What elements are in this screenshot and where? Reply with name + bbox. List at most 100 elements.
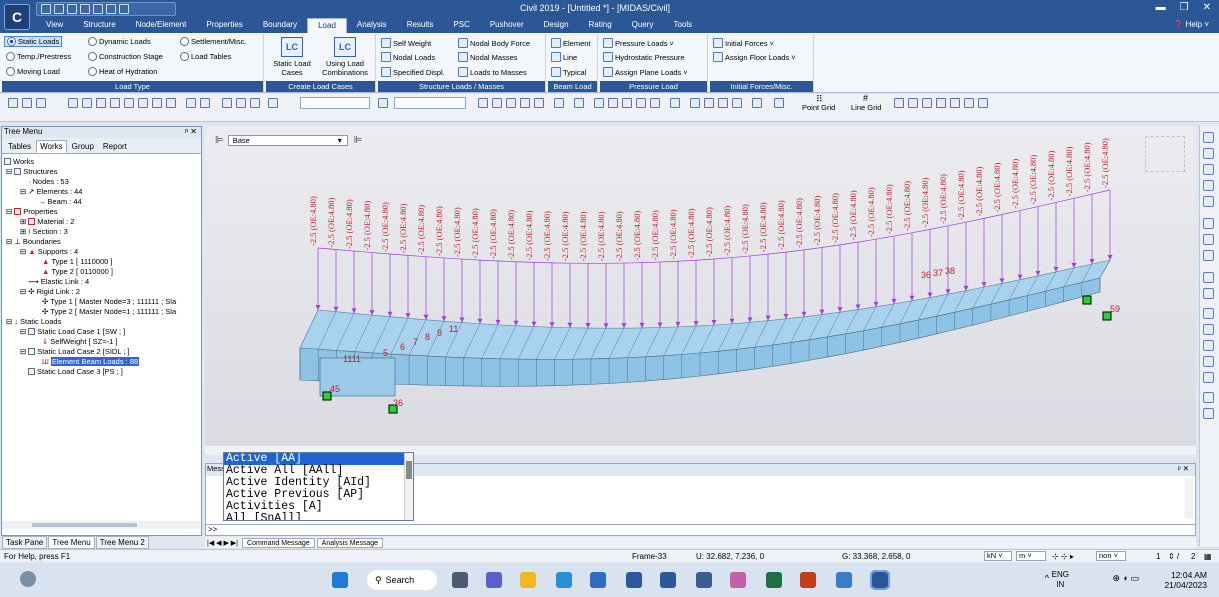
- network-volume-battery-icons[interactable]: ⊕ ◖ ▭: [1113, 573, 1139, 584]
- tab-properties[interactable]: Properties: [196, 18, 252, 33]
- force-unit-select[interactable]: kN ˅: [984, 551, 1012, 561]
- copy-icon[interactable]: [492, 98, 502, 108]
- zoom-window-icon[interactable]: [1203, 148, 1214, 159]
- property-select-combo[interactable]: [394, 97, 466, 109]
- translate-icon[interactable]: [506, 98, 516, 108]
- lock-icon[interactable]: [752, 98, 762, 108]
- tree-node-load-case-3[interactable]: Static Load Case 3 [PS ; ]: [28, 367, 123, 376]
- snap-line-icon[interactable]: [936, 98, 946, 108]
- tree-node-support-type2[interactable]: ▲ Type 2 [ 0110000 ]: [42, 267, 113, 276]
- unit-system-icon[interactable]: [704, 98, 714, 108]
- minimize-icon[interactable]: ▬: [1156, 2, 1166, 13]
- move-icon[interactable]: [478, 98, 488, 108]
- pan-icon[interactable]: [1203, 218, 1214, 229]
- tree-node-rigid-link[interactable]: ⊟ ✣ Rigid Link : 2: [20, 287, 80, 296]
- pin-close-icons[interactable]: ᵖ ✕: [1178, 464, 1189, 476]
- volume-select-icon[interactable]: [138, 98, 148, 108]
- tree-node-boundaries[interactable]: ⊟ ⊥ Boundaries: [6, 237, 61, 246]
- assign-floor-loads-button[interactable]: Assign Floor Loads ˅: [713, 52, 796, 62]
- heat-of-hydration-radio[interactable]: Heat of Hydration: [88, 67, 157, 76]
- tree-node-rigid-type1[interactable]: ✣ Type 1 [ Master Node=3 ; 111111 ; Sla: [42, 297, 176, 306]
- window-layout-icon[interactable]: ▦: [1204, 552, 1212, 561]
- snap-element-icon[interactable]: [908, 98, 918, 108]
- tree-node-material[interactable]: ⊞ Material : 2: [20, 217, 74, 226]
- weather-icon[interactable]: [20, 571, 36, 587]
- tab-psc[interactable]: PSC: [443, 18, 479, 33]
- tree-node-selfweight[interactable]: ⇓ SelfWeight [ SZ=-1 ]: [42, 337, 117, 346]
- tab-results[interactable]: Results: [397, 18, 444, 33]
- temp-prestress-radio[interactable]: Temp./Prestress: [6, 52, 71, 61]
- redo-icon[interactable]: [22, 98, 32, 108]
- hydrostatic-pressure-button[interactable]: Hydrostatic Pressure: [603, 52, 685, 62]
- window-select-icon[interactable]: [82, 98, 92, 108]
- undo-icon[interactable]: [8, 98, 18, 108]
- snap-midpoint-icon[interactable]: [922, 98, 932, 108]
- loads-to-masses-button[interactable]: Loads to Masses: [458, 67, 527, 77]
- pointer-icon[interactable]: [378, 98, 388, 108]
- tree-node-elastic-link[interactable]: ⟿ Elastic Link : 4: [28, 277, 89, 286]
- bottom-view-icon[interactable]: [1203, 372, 1214, 383]
- plane-select-icon[interactable]: [124, 98, 134, 108]
- render-icon[interactable]: [622, 98, 632, 108]
- tab-query[interactable]: Query: [622, 18, 664, 33]
- tree-node-elements[interactable]: ⊟ ↗ Elements : 44: [20, 187, 82, 196]
- pan-icon[interactable]: [732, 98, 742, 108]
- point-grid-button[interactable]: ⠿ Point Grid: [802, 94, 835, 112]
- copy-icon[interactable]: [93, 4, 103, 14]
- display-icon[interactable]: [594, 98, 604, 108]
- tab-tree-menu-2[interactable]: Tree Menu 2: [95, 536, 149, 549]
- left-view-icon[interactable]: [1203, 340, 1214, 351]
- front-view-icon[interactable]: [1203, 308, 1214, 319]
- load-tables-radio[interactable]: Load Tables: [180, 52, 231, 61]
- command-autocomplete-list[interactable]: Active [AA] Active All [AAll] Active Ide…: [223, 452, 414, 521]
- tree-node-section[interactable]: ⊞ I Section : 3: [20, 227, 68, 236]
- page-stepper[interactable]: ⇕ /: [1168, 552, 1179, 561]
- tab-tree-menu[interactable]: Tree Menu: [48, 536, 95, 549]
- fit-icon[interactable]: [718, 98, 728, 108]
- taskbar-search[interactable]: ⚲ Search: [367, 570, 437, 590]
- store-icon[interactable]: [590, 572, 606, 588]
- snap-grid-icon[interactable]: [950, 98, 960, 108]
- move-view-icon[interactable]: [1203, 250, 1214, 261]
- right-view-icon[interactable]: [1203, 324, 1214, 335]
- word-icon[interactable]: [660, 572, 676, 588]
- rotate-icon[interactable]: [1203, 234, 1214, 245]
- tab-structure[interactable]: Structure: [73, 18, 125, 33]
- pressure-loads-button[interactable]: Pressure Loads ˅: [603, 38, 674, 48]
- line-grid-button[interactable]: # Line Grid: [851, 93, 881, 112]
- tab-report[interactable]: Report: [99, 140, 131, 153]
- tab-tools[interactable]: Tools: [663, 18, 702, 33]
- tab-pushover[interactable]: Pushover: [480, 18, 534, 33]
- dropdown-scrollbar[interactable]: [404, 453, 413, 520]
- arrow-icon[interactable]: [36, 98, 46, 108]
- tab-boundary[interactable]: Boundary: [253, 18, 307, 33]
- tree-node-properties[interactable]: ⊟ Properties: [6, 207, 57, 216]
- pin-close-icons[interactable]: ᵖ ✕: [185, 127, 197, 138]
- print-icon[interactable]: [80, 4, 90, 14]
- specified-displ-button[interactable]: Specified Displ.: [381, 67, 445, 77]
- display-option-icon[interactable]: [1203, 408, 1214, 419]
- filter-select[interactable]: non ˅: [1096, 551, 1126, 561]
- scroll-thumb[interactable]: [406, 461, 412, 479]
- moving-load-radio[interactable]: Moving Load: [6, 67, 60, 76]
- close-icon[interactable]: ✕: [1203, 2, 1211, 13]
- view-combo[interactable]: Base: [227, 135, 348, 146]
- view-settings-icon[interactable]: ⊫: [354, 135, 363, 146]
- tab-tables[interactable]: Tables: [4, 140, 35, 153]
- excel-icon[interactable]: [766, 572, 782, 588]
- static-loads-radio[interactable]: Static Loads: [4, 36, 63, 47]
- assign-plane-loads-button[interactable]: Assign Plane Loads ˅: [603, 67, 688, 77]
- save-icon[interactable]: [67, 4, 77, 14]
- snap-all-icon[interactable]: [964, 98, 974, 108]
- select-all-icon[interactable]: [152, 98, 162, 108]
- tab-node-element[interactable]: Node/Element: [126, 18, 197, 33]
- tree-node-nodes[interactable]: · Nodes : 53: [28, 177, 69, 186]
- tree-node-supports[interactable]: ⊟ ▲ Supports : 4: [20, 247, 78, 256]
- navigate-icon[interactable]: [1203, 392, 1214, 403]
- top-view-icon[interactable]: [1203, 288, 1214, 299]
- tab-analysis-message[interactable]: Analysis Message: [316, 537, 384, 548]
- element-number-icon[interactable]: [236, 98, 246, 108]
- typical-beam-load-button[interactable]: Typical: [551, 67, 586, 77]
- tab-rating[interactable]: Rating: [579, 18, 622, 33]
- file-explorer-icon[interactable]: [520, 572, 536, 588]
